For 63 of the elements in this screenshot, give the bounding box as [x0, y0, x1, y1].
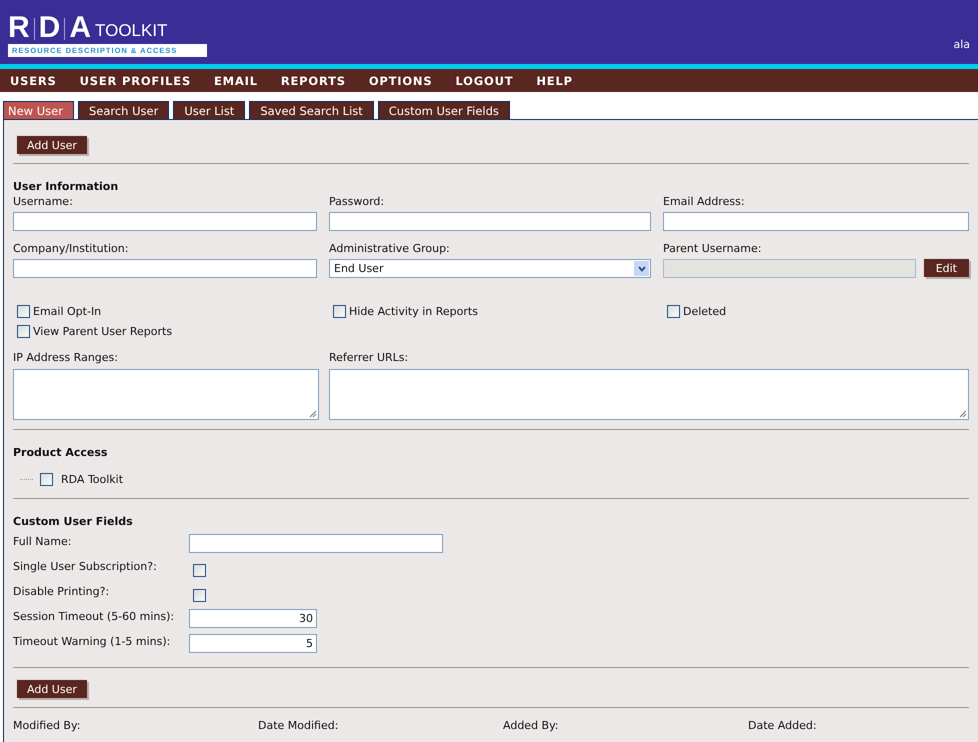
input-field[interactable]	[189, 534, 443, 553]
checkbox[interactable]	[193, 564, 206, 577]
field-label: Email Address:	[663, 195, 746, 208]
tab[interactable]: Search User	[78, 101, 170, 119]
field-label: Disable Printing?:	[13, 584, 110, 600]
field-label: Password:	[329, 195, 386, 208]
field-label: Username:	[13, 195, 74, 208]
tab[interactable]: Custom User Fields	[378, 101, 510, 119]
field-label: Parent Username:	[663, 242, 762, 255]
resize-grip-icon[interactable]	[959, 410, 967, 418]
checkbox-label: Hide Activity in Reports	[349, 305, 478, 318]
field-label: IP Address Ranges:	[13, 351, 119, 364]
input-field[interactable]	[663, 212, 969, 231]
checkbox[interactable]	[667, 305, 680, 318]
checkbox-label: RDA Toolkit	[61, 473, 124, 486]
tab[interactable]: User List	[173, 101, 246, 119]
input-field[interactable]	[13, 259, 317, 278]
menu-item[interactable]: HELP	[536, 74, 573, 88]
field-label: Referrer URLs:	[329, 351, 410, 364]
menu-item[interactable]: EMAIL	[214, 74, 258, 88]
menu-item[interactable]: LOGOUT	[455, 74, 514, 88]
logo-letter: D	[38, 16, 60, 40]
input-field[interactable]: 5	[189, 634, 317, 653]
text-area[interactable]	[329, 369, 969, 420]
field-label: Administrative Group:	[329, 242, 451, 255]
field-label: Date Added:	[748, 719, 818, 732]
add-user-button[interactable]: Add User	[17, 680, 87, 698]
username-label: ala	[953, 38, 970, 51]
input-field[interactable]: 30	[189, 609, 317, 628]
checkbox-label: Deleted	[683, 305, 726, 318]
field-label: Added By:	[503, 719, 560, 732]
field-label: Single User Subscription?:	[13, 559, 158, 575]
input-field[interactable]	[13, 212, 317, 231]
menu-item[interactable]: USER PROFILES	[80, 74, 192, 88]
tab[interactable]: New User	[3, 101, 74, 119]
text-area[interactable]	[13, 369, 319, 420]
menu-item[interactable]: USERS	[10, 74, 57, 88]
logo-text: TOOLKIT	[95, 22, 168, 40]
input-field[interactable]	[329, 212, 651, 231]
field-label: Full Name:	[13, 534, 72, 550]
menu-item[interactable]: REPORTS	[280, 74, 346, 88]
section-title: User Information	[13, 180, 120, 193]
checkbox-label: View Parent User Reports	[33, 325, 172, 338]
add-user-button[interactable]: Add User	[17, 136, 87, 154]
checkbox[interactable]	[40, 473, 53, 486]
checkbox[interactable]	[333, 305, 346, 318]
checkbox-label: Email Opt-In	[33, 305, 102, 318]
field-label: Date Modified:	[258, 719, 340, 732]
section-title: Product Access	[13, 446, 108, 459]
field-label: Modified By:	[13, 719, 82, 732]
dropdown[interactable]: End User	[329, 259, 651, 278]
checkbox[interactable]	[17, 305, 30, 318]
field-label: Timeout Warning (1-5 mins):	[13, 634, 172, 650]
logo-letter: R	[8, 16, 30, 40]
section-title: Custom User Fields	[13, 515, 134, 528]
checkbox[interactable]	[193, 589, 206, 602]
menu-item[interactable]: OPTIONS	[368, 74, 432, 88]
field-label: Company/Institution:	[13, 242, 130, 255]
checkbox[interactable]	[17, 325, 30, 338]
logo-letter: A	[69, 16, 92, 40]
field-label: Session Timeout (5-60 mins):	[13, 609, 176, 625]
resize-grip-icon[interactable]	[309, 410, 317, 418]
tab[interactable]: Saved Search List	[249, 101, 374, 119]
